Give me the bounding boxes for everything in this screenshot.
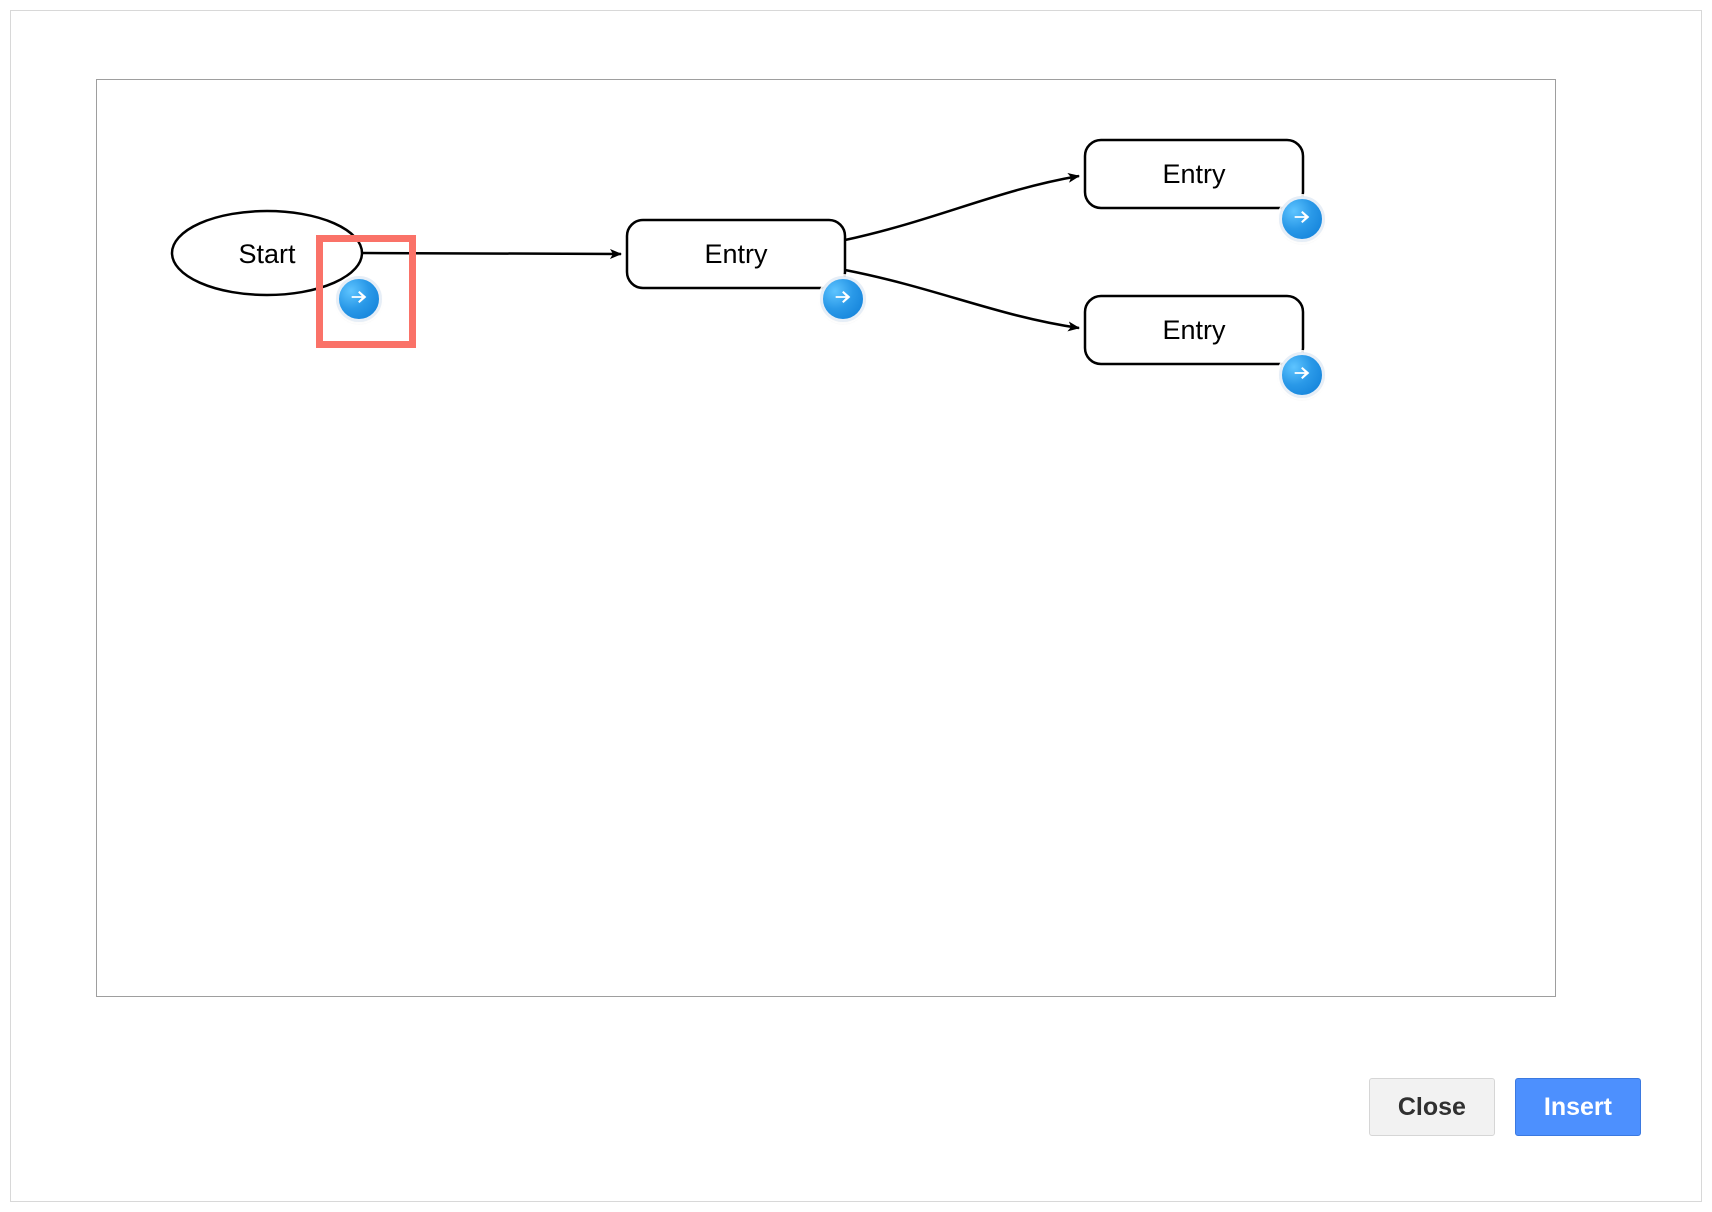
add-button-entry-2[interactable] bbox=[1279, 196, 1325, 242]
highlight-box bbox=[316, 235, 416, 348]
node-start-label: Start bbox=[238, 239, 296, 269]
node-entry-3-label: Entry bbox=[1162, 315, 1226, 345]
dialog-panel: Start Entry Entry Entry bbox=[10, 10, 1702, 1202]
dialog-button-bar: Close Insert bbox=[1369, 1078, 1641, 1136]
node-entry-1-label: Entry bbox=[704, 239, 768, 269]
node-entry-3[interactable]: Entry bbox=[1085, 296, 1303, 364]
arrow-right-icon bbox=[1291, 362, 1313, 389]
arrow-right-icon bbox=[832, 286, 854, 313]
node-entry-2[interactable]: Entry bbox=[1085, 140, 1303, 208]
node-entry-1[interactable]: Entry bbox=[627, 220, 845, 288]
node-entry-2-label: Entry bbox=[1162, 159, 1226, 189]
add-button-entry-3[interactable] bbox=[1279, 352, 1325, 398]
diagram-canvas: Start Entry Entry Entry bbox=[96, 79, 1556, 997]
arrow-right-icon bbox=[1291, 206, 1313, 233]
close-button[interactable]: Close bbox=[1369, 1078, 1495, 1136]
edge-entry1-entry2 bbox=[845, 176, 1079, 240]
edge-entry1-entry3 bbox=[845, 270, 1079, 328]
diagram-svg: Start Entry Entry Entry bbox=[97, 80, 1555, 996]
add-button-entry-1[interactable] bbox=[820, 276, 866, 322]
insert-button[interactable]: Insert bbox=[1515, 1078, 1641, 1136]
